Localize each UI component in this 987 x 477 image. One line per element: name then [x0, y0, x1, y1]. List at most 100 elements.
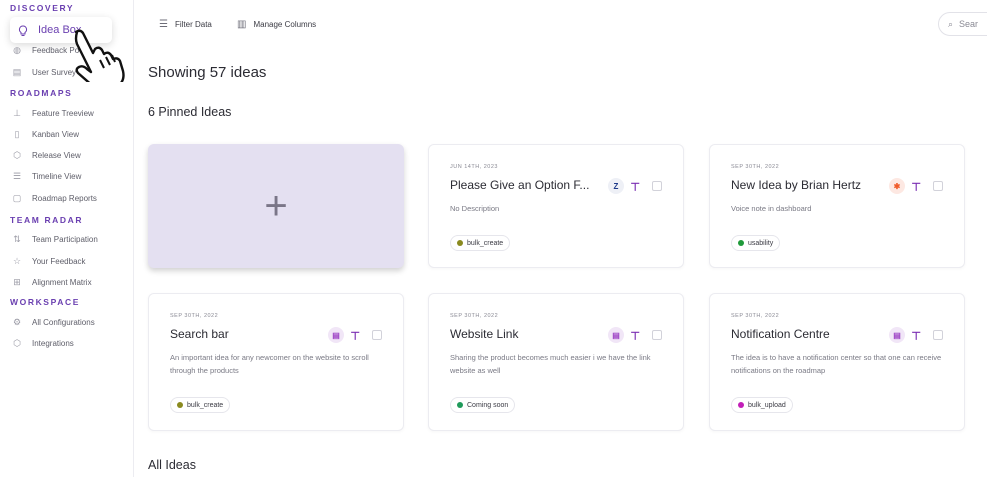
hand-cursor-icon — [74, 29, 125, 82]
pinned-ideas-heading: 6 Pinned Ideas — [148, 105, 232, 119]
idea-description: No Description — [450, 204, 500, 213]
sidebar-item-timeline-view[interactable]: ☰ Timeline View — [12, 166, 81, 186]
sidebar-item-alignment-matrix[interactable]: ⊞ Alignment Matrix — [12, 272, 92, 292]
tag-dot — [738, 240, 744, 246]
matrix-icon: ⊞ — [13, 277, 21, 287]
sidebar-item-label: All Configurations — [32, 317, 95, 327]
idea-description: The idea is to have a notification cente… — [731, 353, 942, 375]
sidebar-item-label: Feature Treeview — [32, 108, 94, 118]
participation-icon: ⇅ — [13, 234, 21, 244]
sidebar-item-label: Kanban View — [32, 129, 79, 139]
zapier-source-icon: ✱ — [889, 178, 905, 194]
tree-icon: ⊥ — [13, 108, 21, 118]
columns-icon: ▥ — [237, 18, 247, 30]
idea-title: New Idea by Brian Hertz — [731, 178, 862, 192]
tag-label: bulk_create — [467, 239, 504, 247]
idea-description: An important idea for any newcomer on th… — [170, 353, 369, 375]
idea-title: Please Give an Option F... — [450, 178, 590, 192]
tag-label: usability — [748, 239, 774, 247]
add-idea-card[interactable]: + — [148, 144, 404, 268]
idea-description: Voice note in dashboard — [731, 204, 812, 213]
tag-dot — [177, 402, 183, 408]
idea-card[interactable]: SEP 30TH, 2022 Search bar An important i… — [148, 293, 404, 431]
pin-icon[interactable]: ⊥ — [630, 329, 640, 342]
idea-tag[interactable]: usability — [731, 235, 781, 251]
clipboard-icon: ▤ — [12, 67, 22, 77]
globe-icon: ◍ — [13, 45, 21, 55]
idea-card[interactable]: JUN 14TH, 2023 Please Give an Option F..… — [428, 144, 684, 268]
select-checkbox[interactable] — [652, 181, 662, 191]
document-source-icon: ▤ — [328, 327, 344, 343]
sidebar-item-kanban-view[interactable]: ▯ Kanban View — [12, 124, 79, 144]
idea-title: Website Link — [450, 327, 519, 341]
select-checkbox[interactable] — [933, 181, 943, 191]
sidebar-item-feature-treeview[interactable]: ⊥ Feature Treeview — [12, 103, 94, 123]
idea-card[interactable]: SEP 30TH, 2022 Notification Centre The i… — [709, 293, 965, 431]
search-icon: ⌕ — [948, 18, 954, 29]
filter-icon: ☰ — [159, 18, 168, 30]
idea-date: SEP 30TH, 2022 — [170, 313, 219, 319]
integrations-icon: ⬡ — [13, 338, 21, 348]
search-input[interactable]: ⌕ Sear — [938, 12, 987, 36]
card-actions: Z ⊥ — [608, 178, 662, 194]
card-actions: ▤ ⊥ — [608, 327, 662, 343]
bulb-icon — [18, 25, 28, 36]
sidebar-item-label: Roadmap Reports — [32, 193, 97, 203]
select-checkbox[interactable] — [933, 330, 943, 340]
search-placeholder: Sear — [959, 19, 979, 29]
idea-tag[interactable]: bulk_create — [170, 397, 231, 413]
section-team-radar: TEAM RADAR — [10, 215, 84, 225]
kanban-icon: ▯ — [14, 129, 20, 139]
select-checkbox[interactable] — [372, 330, 382, 340]
pin-icon[interactable]: ⊥ — [630, 180, 640, 193]
idea-card[interactable]: SEP 30TH, 2022 New Idea by Brian Hertz V… — [709, 144, 965, 268]
sidebar-item-your-feedback[interactable]: ☆ Your Feedback — [12, 251, 86, 271]
section-workspace: WORKSPACE — [10, 297, 80, 307]
sidebar-item-label: Team Participation — [32, 234, 98, 244]
idea-card[interactable]: SEP 30TH, 2022 Website Link Sharing the … — [428, 293, 684, 431]
tag-dot — [738, 402, 744, 408]
tag-label: bulk_create — [187, 401, 224, 409]
idea-date: SEP 30TH, 2022 — [731, 164, 780, 170]
zendesk-source-icon: Z — [608, 178, 624, 194]
sidebar-item-team-participation[interactable]: ⇅ Team Participation — [12, 229, 98, 249]
idea-title: Notification Centre — [731, 327, 830, 341]
idea-date: JUN 14TH, 2023 — [450, 164, 498, 170]
select-checkbox[interactable] — [652, 330, 662, 340]
idea-description: Sharing the product becomes much easier … — [450, 353, 651, 375]
report-icon: ▢ — [12, 193, 22, 203]
tag-dot — [457, 240, 463, 246]
settings-icon: ⚙ — [12, 317, 22, 327]
star-icon: ☆ — [12, 256, 22, 266]
section-roadmaps: ROADMAPS — [10, 88, 73, 98]
sidebar-item-label: Integrations — [32, 338, 74, 348]
idea-tag[interactable]: bulk_create — [450, 235, 511, 251]
all-ideas-heading: All Ideas — [148, 458, 196, 472]
idea-tag[interactable]: bulk_upload — [731, 397, 793, 413]
idea-title: Search bar — [170, 327, 229, 341]
pin-icon[interactable]: ⊥ — [350, 329, 360, 342]
sidebar-item-integrations[interactable]: ⬡ Integrations — [12, 333, 74, 353]
document-source-icon: ▤ — [889, 327, 905, 343]
filter-data-label: Filter Data — [174, 19, 212, 29]
box-icon: ⬡ — [13, 150, 21, 160]
sidebar-item-label: Your Feedback — [32, 256, 86, 266]
filter-data-button[interactable]: ☰ Filter Data — [159, 17, 212, 31]
manage-columns-button[interactable]: ▥ Manage Columns — [237, 17, 316, 31]
sidebar-item-label: Alignment Matrix — [32, 277, 92, 287]
idea-tag[interactable]: Coming soon — [450, 397, 516, 413]
sidebar-item-roadmap-reports[interactable]: ▢ Roadmap Reports — [12, 188, 97, 208]
sidebar-item-release-view[interactable]: ⬡ Release View — [12, 145, 81, 165]
pin-icon[interactable]: ⊥ — [911, 180, 921, 193]
pin-icon[interactable]: ⊥ — [911, 329, 921, 342]
idea-date: SEP 30TH, 2022 — [450, 313, 499, 319]
tag-label: Coming soon — [467, 401, 509, 409]
card-actions: ✱ ⊥ — [889, 178, 943, 194]
page-title: Showing 57 ideas — [148, 64, 267, 81]
section-discovery: DISCOVERY — [10, 3, 75, 13]
idea-date: SEP 30TH, 2022 — [731, 313, 780, 319]
sidebar-item-label: Release View — [32, 150, 81, 160]
plus-icon: + — [264, 184, 288, 228]
card-actions: ▤ ⊥ — [889, 327, 943, 343]
sidebar-item-all-configurations[interactable]: ⚙ All Configurations — [12, 312, 95, 332]
